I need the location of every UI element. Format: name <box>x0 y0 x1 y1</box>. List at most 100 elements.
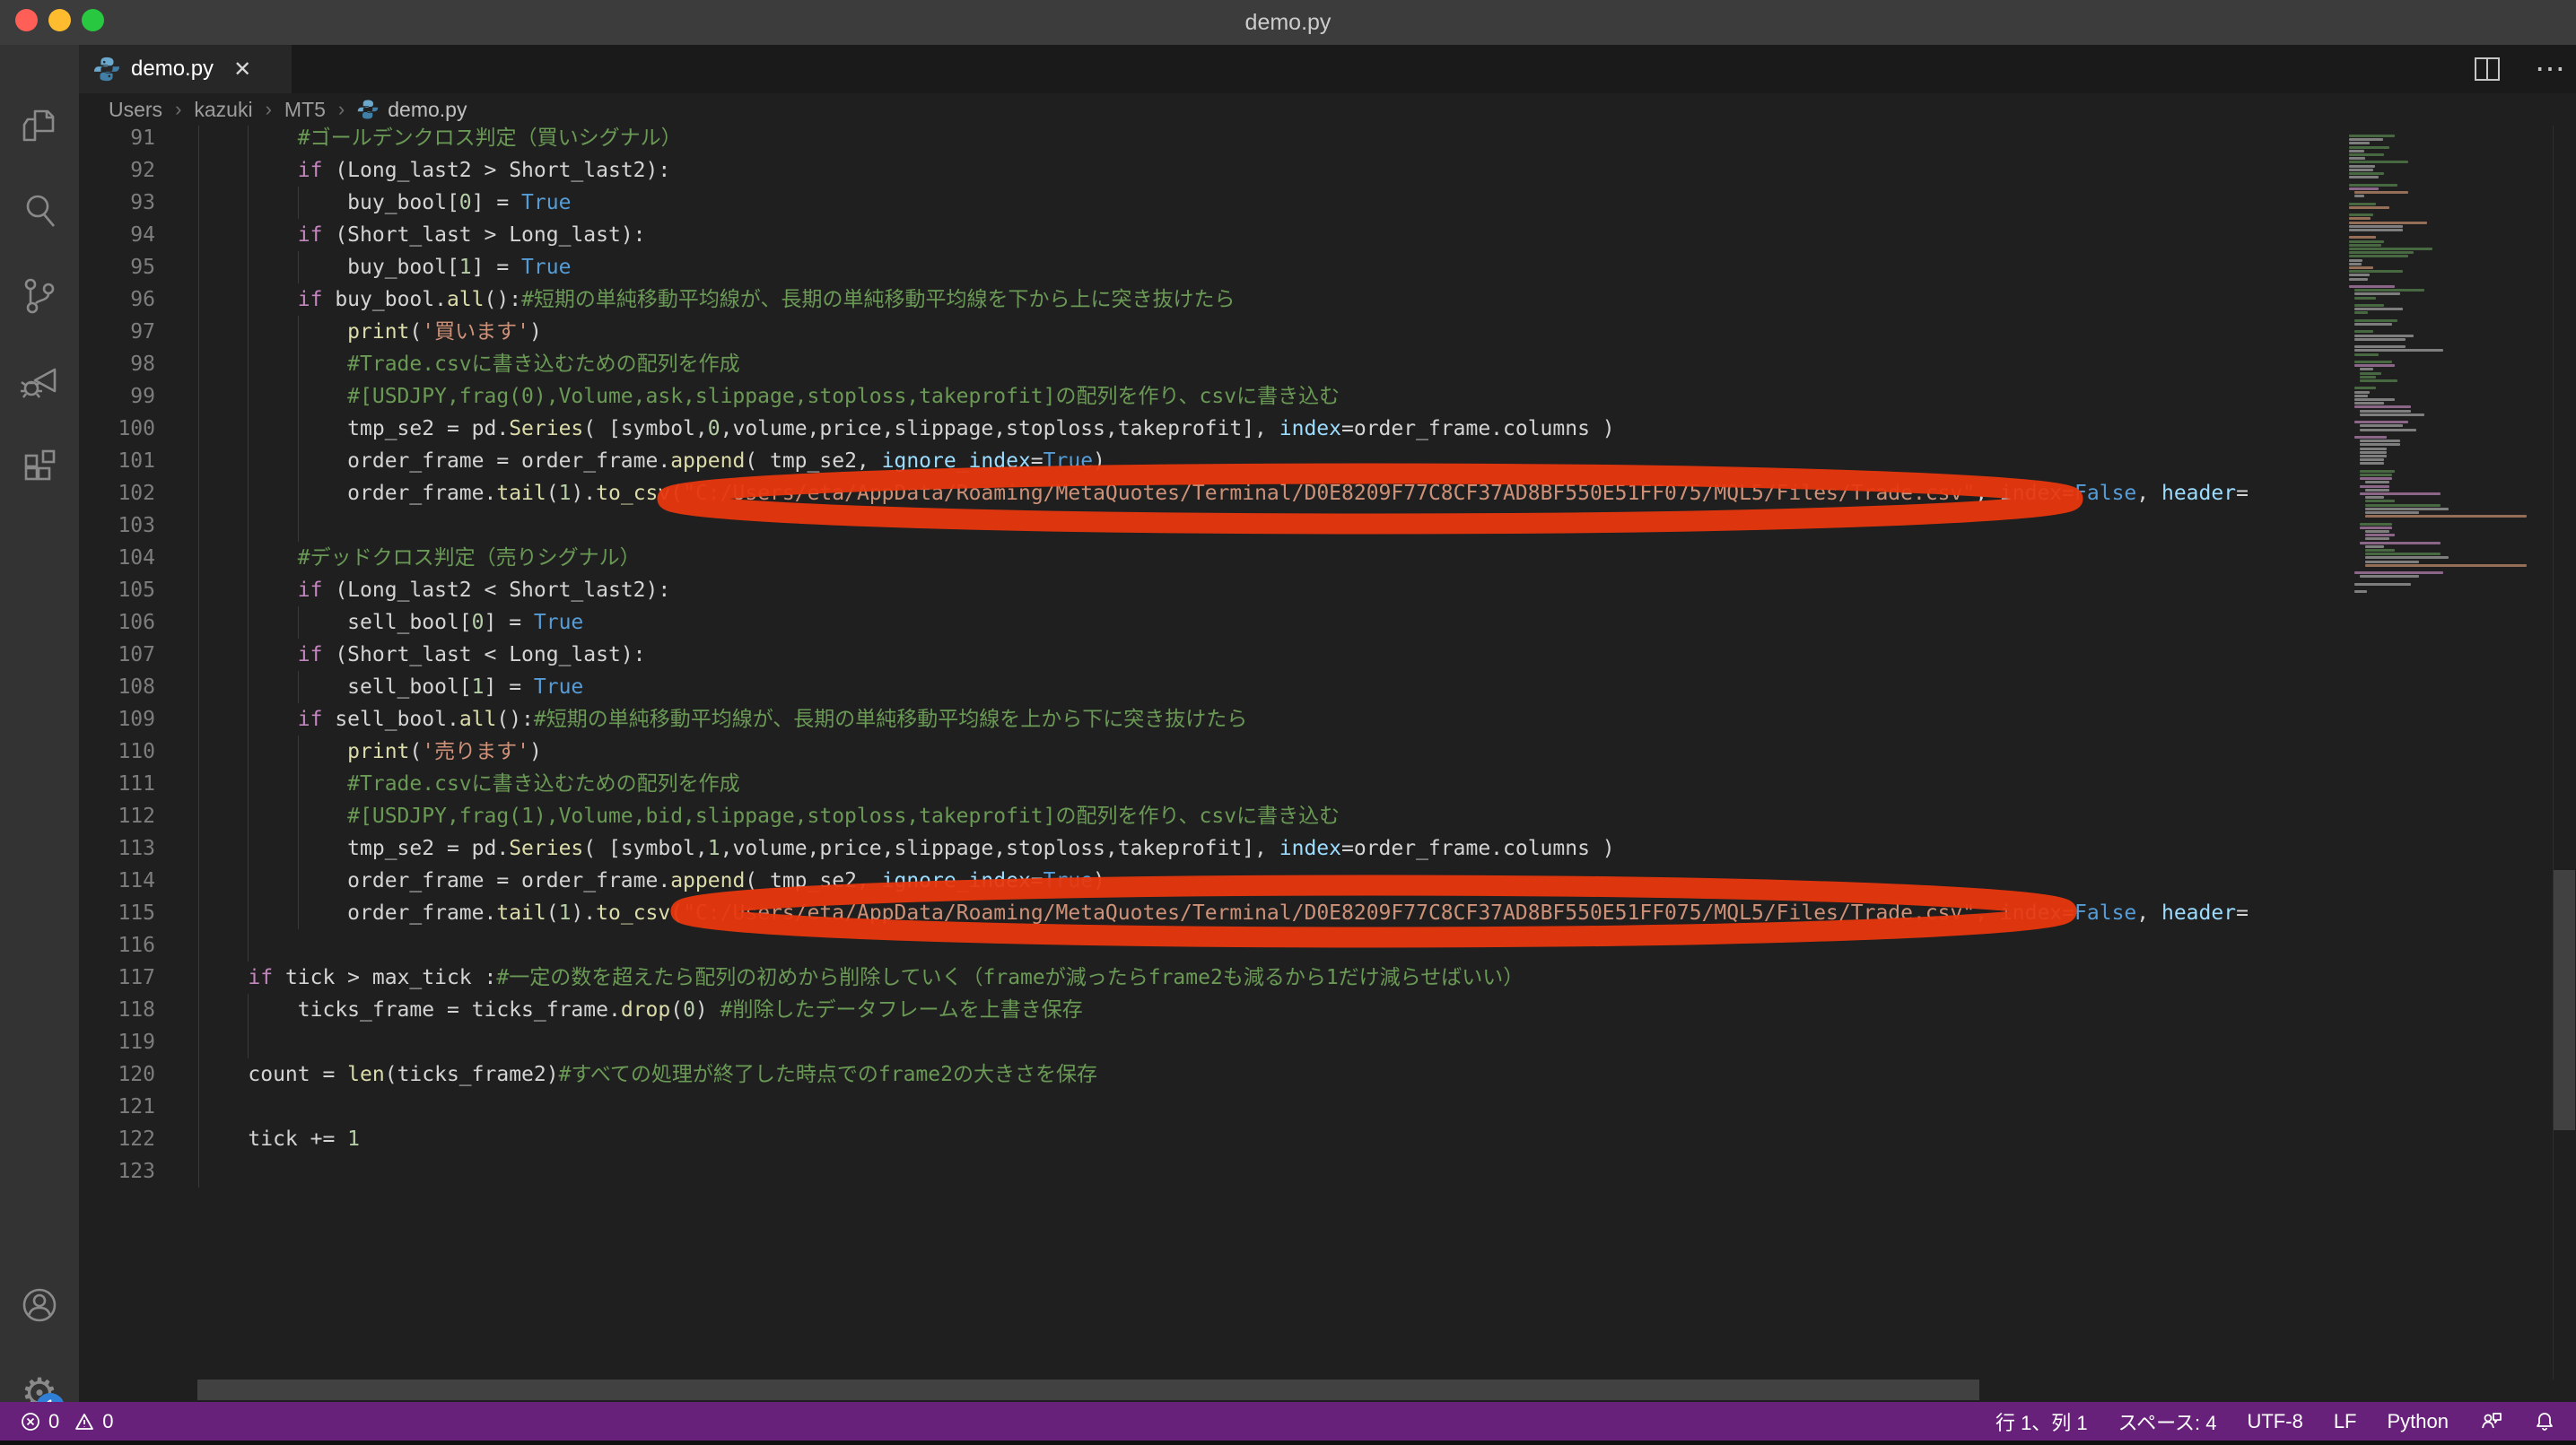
line-number: 99 <box>79 380 155 413</box>
run-debug-icon[interactable] <box>0 342 79 421</box>
split-editor-icon[interactable] <box>2474 57 2501 82</box>
indentation[interactable]: スペース: 4 <box>2118 1407 2217 1436</box>
code-line: 99 #[USDJPY,frag(0),Volume,ask,slippage,… <box>79 380 2342 413</box>
line-number: 97 <box>79 316 155 348</box>
code-line: 101 order_frame = order_frame.append( tm… <box>79 445 2342 477</box>
editor-actions: ⋯ <box>2474 45 2565 93</box>
line-number: 95 <box>79 251 155 283</box>
minimap[interactable] <box>2342 126 2553 1380</box>
error-count: 0 <box>48 1410 59 1433</box>
line-number: 94 <box>79 219 155 251</box>
code-line: 108 sell_bool[1] = True <box>79 671 2342 703</box>
error-icon <box>20 1411 41 1432</box>
code-line: 97 print('買います') <box>79 316 2342 348</box>
search-icon[interactable] <box>0 171 79 250</box>
breadcrumb-item[interactable]: kazuki <box>194 98 252 122</box>
horizontal-scrollbar-thumb[interactable] <box>197 1380 1979 1400</box>
line-number: 112 <box>79 800 155 832</box>
breadcrumb-file[interactable]: demo.py <box>357 98 467 122</box>
line-number: 100 <box>79 413 155 445</box>
tab-demo-py[interactable]: demo.py ✕ <box>79 45 292 93</box>
line-number: 120 <box>79 1058 155 1091</box>
line-number: 122 <box>79 1123 155 1155</box>
notifications-bell-icon[interactable] <box>2533 1410 2556 1433</box>
status-left: 0 0 <box>20 1410 114 1433</box>
code-line: 112 #[USDJPY,frag(1),Volume,bid,slippage… <box>79 800 2342 832</box>
line-number: 111 <box>79 768 155 800</box>
status-right: 行 1、列 1 スペース: 4 UTF-8 LF Python <box>1995 1407 2556 1436</box>
extensions-icon[interactable] <box>0 427 79 506</box>
code-line: 123 <box>79 1155 2342 1188</box>
line-number: 113 <box>79 832 155 865</box>
line-number: 118 <box>79 994 155 1026</box>
line-number: 96 <box>79 283 155 316</box>
line-number: 106 <box>79 606 155 639</box>
line-number: 121 <box>79 1091 155 1123</box>
code-line: 115 order_frame.tail(1).to_csv("C:/Users… <box>79 897 2342 929</box>
language-mode[interactable]: Python <box>2388 1410 2449 1433</box>
vscode-window: demo.py <box>0 0 2576 1445</box>
more-actions-icon[interactable]: ⋯ <box>2535 54 2565 84</box>
warning-count: 0 <box>102 1410 113 1433</box>
code-line: 102 order_frame.tail(1).to_csv("C:/Users… <box>79 477 2342 509</box>
code-line: 117 if tick > max_tick :#一定の数を超えたら配列の初めか… <box>79 962 2342 994</box>
code-line: 120 count = len(ticks_frame2)#すべての処理が終了し… <box>79 1058 2342 1091</box>
tab-bar: demo.py ✕ ⋯ <box>79 45 2576 93</box>
explorer-icon[interactable] <box>0 86 79 165</box>
minimap-border <box>2553 126 2554 1380</box>
account-icon[interactable] <box>0 1266 79 1345</box>
status-bar: 0 0 行 1、列 1 スペース: 4 UTF-8 LF Python <box>0 1402 2576 1441</box>
line-number: 107 <box>79 639 155 671</box>
code-line: 100 tmp_se2 = pd.Series( [symbol,0,volum… <box>79 413 2342 445</box>
line-number: 103 <box>79 509 155 542</box>
code-line: 118 ticks_frame = ticks_frame.drop(0) #削… <box>79 994 2342 1026</box>
line-number: 98 <box>79 348 155 380</box>
python-file-icon <box>93 56 120 83</box>
line-number: 109 <box>79 703 155 736</box>
code-line: 92 if (Long_last2 > Short_last2): <box>79 154 2342 187</box>
python-file-icon <box>357 99 379 120</box>
window-title: demo.py <box>0 0 2576 45</box>
warning-icon <box>74 1411 95 1432</box>
breadcrumb: Users › kazuki › MT5 › demo.py <box>79 93 2576 126</box>
window-bottom-edge <box>0 1441 2576 1445</box>
vertical-scrollbar-thumb[interactable] <box>2554 870 2575 1130</box>
chevron-right-icon: › <box>175 98 181 121</box>
line-number: 110 <box>79 736 155 768</box>
code-line: 91 #ゴールデンクロス判定（買いシグナル） <box>79 126 2342 154</box>
line-number: 123 <box>79 1155 155 1188</box>
code-line: 106 sell_bool[0] = True <box>79 606 2342 639</box>
eol-sequence[interactable]: LF <box>2334 1410 2357 1433</box>
code-line: 122 tick += 1 <box>79 1123 2342 1155</box>
tab-close-icon[interactable]: ✕ <box>233 57 251 83</box>
code-line: 94 if (Short_last > Long_last): <box>79 219 2342 251</box>
source-control-icon[interactable] <box>0 257 79 335</box>
tab-label: demo.py <box>131 57 214 82</box>
problems-indicator[interactable]: 0 0 <box>20 1410 114 1433</box>
breadcrumb-item[interactable]: MT5 <box>284 98 326 122</box>
code-line: 95 buy_bool[1] = True <box>79 251 2342 283</box>
line-number: 116 <box>79 929 155 962</box>
chevron-right-icon: › <box>338 98 345 121</box>
cursor-position[interactable]: 行 1、列 1 <box>1995 1407 2088 1436</box>
line-number: 101 <box>79 445 155 477</box>
code-line: 114 order_frame = order_frame.append( tm… <box>79 865 2342 897</box>
line-number: 91 <box>79 126 155 154</box>
code-line: 111 #Trade.csvに書き込むための配列を作成 <box>79 768 2342 800</box>
breadcrumb-item[interactable]: Users <box>109 98 162 122</box>
code-line: 104 #デッドクロス判定（売りシグナル） <box>79 542 2342 574</box>
code-line: 116 <box>79 929 2342 962</box>
line-number: 108 <box>79 671 155 703</box>
code-line: 96 if buy_bool.all():#短期の単純移動平均線が、長期の単純移… <box>79 283 2342 316</box>
line-number: 119 <box>79 1026 155 1058</box>
code-line: 107 if (Short_last < Long_last): <box>79 639 2342 671</box>
code-editor[interactable]: 91 #ゴールデンクロス判定（買いシグナル）92 if (Long_last2 … <box>79 126 2342 1380</box>
encoding[interactable]: UTF-8 <box>2247 1410 2302 1433</box>
line-number: 92 <box>79 154 155 187</box>
code-line: 121 <box>79 1091 2342 1123</box>
line-number: 105 <box>79 574 155 606</box>
feedback-icon[interactable] <box>2479 1410 2502 1433</box>
line-number: 117 <box>79 962 155 994</box>
code-line: 113 tmp_se2 = pd.Series( [symbol,1,volum… <box>79 832 2342 865</box>
line-number: 114 <box>79 865 155 897</box>
